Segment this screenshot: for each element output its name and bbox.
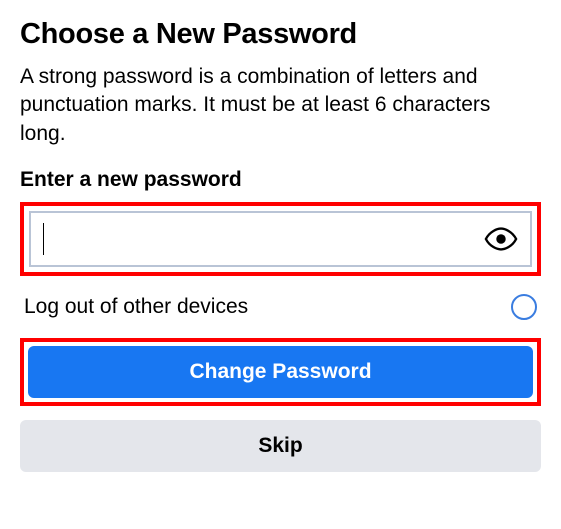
- password-description: A strong password is a combination of le…: [20, 63, 541, 148]
- password-input-highlight: [20, 202, 541, 276]
- change-password-button[interactable]: Change Password: [28, 346, 533, 398]
- logout-other-devices-checkbox[interactable]: [511, 294, 537, 320]
- logout-other-devices-label: Log out of other devices: [24, 295, 248, 319]
- change-password-highlight: Change Password: [20, 338, 541, 406]
- skip-button[interactable]: Skip: [20, 420, 541, 472]
- eye-icon[interactable]: [484, 226, 518, 252]
- logout-other-devices-row[interactable]: Log out of other devices: [20, 292, 541, 322]
- password-input-label: Enter a new password: [20, 168, 541, 192]
- password-input-container[interactable]: [29, 211, 532, 267]
- password-input[interactable]: [31, 218, 484, 261]
- page-title: Choose a New Password: [20, 18, 541, 51]
- text-cursor: [43, 223, 44, 255]
